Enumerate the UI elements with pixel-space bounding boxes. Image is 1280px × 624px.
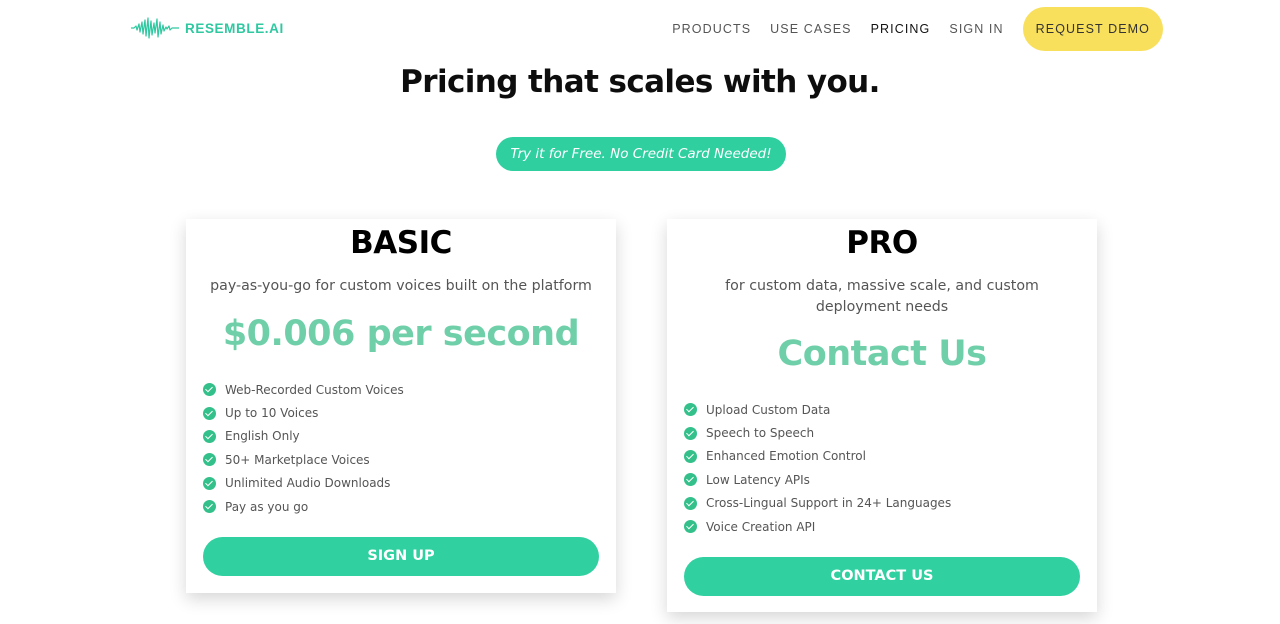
waveform-icon [131,17,179,39]
nav-use-cases[interactable]: USE CASES [770,7,851,51]
feature-list: Web-Recorded Custom Voices Up to 10 Voic… [203,378,404,518]
logo[interactable]: RESEMBLE.AI [131,17,284,39]
nav-products[interactable]: PRODUCTS [672,7,751,51]
feature-item: Unlimited Audio Downloads [203,472,404,495]
plan-card-pro: PRO for custom data, massive scale, and … [667,219,1097,612]
logo-text: RESEMBLE.AI [185,20,284,36]
check-icon [684,496,697,510]
nav-sign-in[interactable]: SIGN IN [949,7,1003,51]
request-demo-button[interactable]: REQUEST DEMO [1022,7,1163,51]
check-icon [203,500,216,514]
nav-pricing[interactable]: PRICING [871,7,931,51]
feature-label: Pay as you go [225,499,309,514]
feature-item: Up to 10 Voices [203,401,404,424]
check-icon [203,406,216,420]
feature-item: Low Latency APIs [684,468,951,491]
plan-price: $0.006 per second [222,314,580,354]
plan-description: for custom data, massive scale, and cust… [725,278,1039,315]
plan-card-basic: BASIC pay-as-you-go for custom voices bu… [186,219,616,593]
feature-label: Web-Recorded Custom Voices [225,382,404,397]
plan-name: PRO [846,225,918,261]
feature-label: Enhanced Emotion Control [706,449,866,464]
feature-label: Speech to Speech [706,426,815,441]
page-title: Pricing that scales with you. [400,64,880,100]
feature-item: Voice Creation API [684,515,951,538]
feature-item: Speech to Speech [684,421,951,444]
main-nav: PRODUCTS USE CASES PRICING SIGN IN REQUE… [672,7,1163,51]
check-icon [203,453,216,467]
check-icon [203,383,216,397]
check-icon [203,429,216,443]
check-icon [203,476,216,490]
contact-us-button[interactable]: CONTACT US [684,557,1080,596]
plan-name: BASIC [350,225,452,261]
feature-item: Pay as you go [203,495,404,518]
feature-label: English Only [225,429,300,444]
check-icon [684,426,697,440]
feature-label: 50+ Marketplace Voices [225,452,370,467]
plan-description: pay-as-you-go for custom voices built on… [210,278,592,294]
plan-price: Contact Us [777,334,987,374]
free-trial-button[interactable]: Try it for Free. No Credit Card Needed! [496,137,786,171]
feature-label: Low Latency APIs [706,472,810,487]
feature-item: Cross-Lingual Support in 24+ Languages [684,492,951,515]
feature-label: Upload Custom Data [706,402,831,417]
feature-label: Up to 10 Voices [225,406,319,421]
feature-label: Voice Creation API [706,519,816,534]
feature-item: Web-Recorded Custom Voices [203,378,404,401]
check-icon [684,473,697,487]
check-icon [684,449,697,463]
feature-list: Upload Custom Data Speech to Speech Enha… [684,398,951,538]
feature-item: Upload Custom Data [684,398,951,421]
feature-item: 50+ Marketplace Voices [203,448,404,471]
check-icon [684,520,697,534]
feature-label: Unlimited Audio Downloads [225,476,391,491]
feature-item: English Only [203,425,404,448]
sign-up-button[interactable]: SIGN UP [203,537,599,576]
feature-item: Enhanced Emotion Control [684,445,951,468]
check-icon [684,403,697,417]
feature-label: Cross-Lingual Support in 24+ Languages [706,496,952,511]
